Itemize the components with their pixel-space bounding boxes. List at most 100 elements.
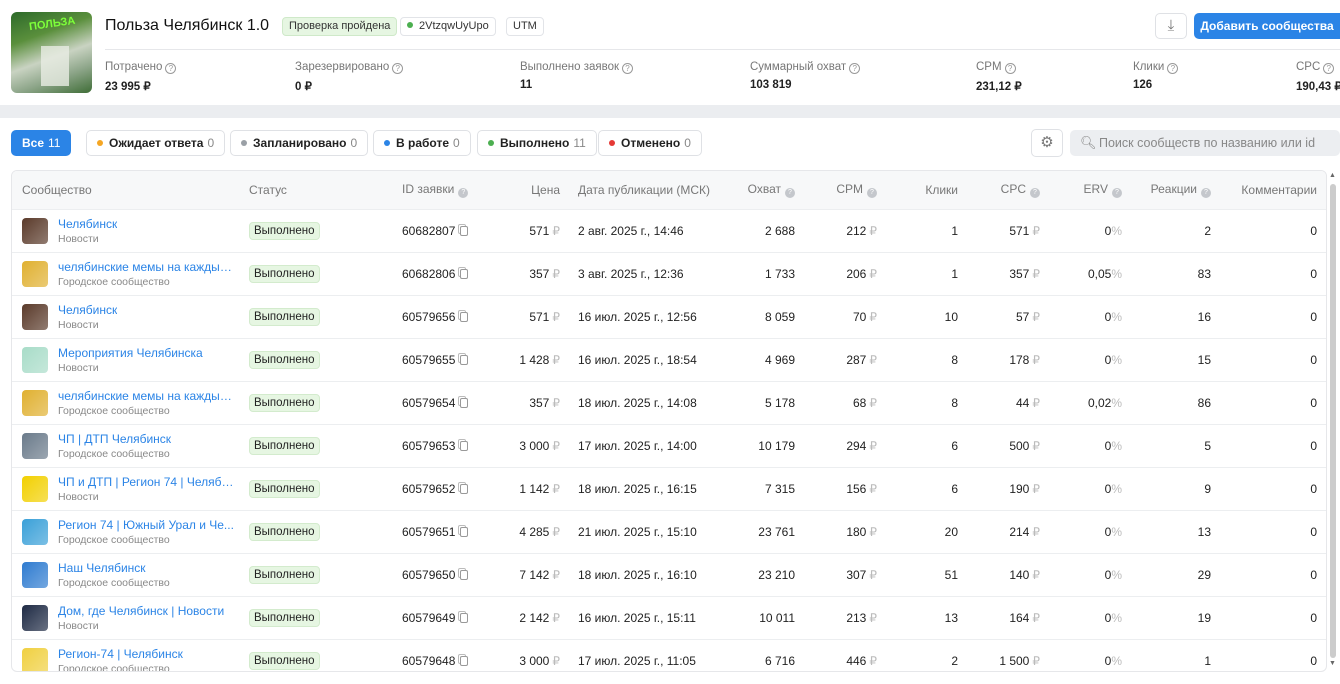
currency-sign: ₽ (869, 525, 877, 539)
status-cell: Выполнено (241, 308, 393, 326)
column-header[interactable]: Комментарии (1219, 183, 1325, 197)
search-input[interactable]: 🔍︎ Поиск сообществ по названию или id (1070, 130, 1340, 156)
download-button[interactable]: ⤓ (1155, 13, 1187, 39)
token-badge[interactable]: 2VtzqwUyUpo (400, 17, 496, 36)
column-header[interactable]: ID заявки? (393, 182, 491, 198)
utm-badge[interactable]: UTM (506, 17, 544, 36)
order-id-cell: 60579650 (393, 568, 491, 582)
column-header[interactable]: Сообщество (12, 183, 241, 197)
column-header[interactable]: Реакции? (1130, 182, 1219, 198)
copy-icon[interactable] (460, 312, 469, 322)
copy-icon[interactable] (460, 527, 469, 537)
help-icon[interactable]: ? (1201, 188, 1211, 198)
community-name-link[interactable]: ЧП и ДТП | Регион 74 | Челяби... (58, 475, 234, 489)
scroll-up-icon[interactable]: ▲ (1329, 172, 1336, 179)
community-name-link[interactable]: Регион-74 | Челябинск (58, 647, 183, 661)
status-badge: Выполнено (249, 308, 320, 326)
community-name-link[interactable]: Мероприятия Челябинска (58, 346, 203, 360)
filter-chip-3[interactable]: В работе 0 (373, 130, 471, 156)
table-settings-button[interactable]: ⚙ (1031, 129, 1063, 157)
scroll-down-icon[interactable]: ▼ (1329, 660, 1336, 667)
publication-date: 18 июл. 2025 г., 14:08 (578, 396, 697, 410)
community-name-link[interactable]: ЧП | ДТП Челябинск (58, 432, 171, 446)
column-header[interactable]: CPM? (803, 182, 885, 198)
reach: 23 210 (758, 568, 795, 582)
comments: 0 (1310, 525, 1317, 539)
copy-icon[interactable] (460, 226, 469, 236)
copy-icon[interactable] (460, 656, 469, 666)
community-info: челябинские мемы на каждый... Городское с… (58, 260, 234, 288)
cpc: 44 (1016, 396, 1030, 410)
copy-icon[interactable] (460, 355, 469, 365)
column-header[interactable]: CPC? (966, 182, 1048, 198)
clicks: 6 (951, 439, 958, 453)
price-cell: 3 000 ₽ (491, 439, 568, 453)
column-header[interactable]: Клики (885, 183, 966, 197)
filter-chip-4[interactable]: Выполнено 11 (477, 130, 597, 156)
help-icon[interactable]: ? (785, 188, 795, 198)
copy-icon[interactable] (460, 570, 469, 580)
community-cell: Мероприятия Челябинска Новости (12, 346, 241, 374)
copy-icon[interactable] (460, 441, 469, 451)
table-scrollbar[interactable]: ▲ ▼ (1328, 170, 1338, 672)
scrollbar-thumb[interactable] (1330, 184, 1336, 658)
currency-sign: ₽ (869, 224, 877, 238)
help-icon[interactable]: ? (1030, 188, 1040, 198)
column-header[interactable]: Дата публикации (МСК) (568, 183, 721, 197)
stat-label: Суммарный охват? (750, 61, 861, 74)
help-icon[interactable]: ? (1167, 63, 1179, 74)
comments: 0 (1310, 568, 1317, 582)
column-header[interactable]: ERV? (1048, 182, 1130, 198)
cpc-cell: 178 ₽ (966, 353, 1048, 367)
community-name-link[interactable]: Наш Челябинск (58, 561, 170, 575)
erv: 0,05 (1087, 267, 1112, 281)
community-name-link[interactable]: челябинские мемы на каждый... (58, 260, 234, 274)
copy-icon[interactable] (460, 398, 469, 408)
help-icon[interactable]: ? (622, 63, 634, 74)
column-header-label: CPM (836, 182, 863, 196)
filter-chip-0[interactable]: Все 11 (11, 130, 72, 156)
community-cell: Регион 74 | Южный Урал и Че... Городское … (12, 518, 241, 546)
community-name-link[interactable]: Челябинск (58, 217, 117, 231)
copy-icon[interactable] (460, 484, 469, 494)
filter-chip-5[interactable]: Отменено 0 (598, 130, 702, 156)
community-name-link[interactable]: Дом, где Челябинск | Новости (58, 604, 224, 618)
community-avatar (22, 304, 48, 330)
column-header[interactable]: Цена (491, 183, 568, 197)
copy-icon[interactable] (460, 613, 469, 623)
copy-icon[interactable] (460, 269, 469, 279)
column-header[interactable]: Охват? (721, 182, 803, 198)
comments: 0 (1310, 267, 1317, 281)
help-icon[interactable]: ? (849, 63, 861, 74)
help-icon[interactable]: ? (867, 188, 877, 198)
community-name-link[interactable]: Регион 74 | Южный Урал и Че... (58, 518, 234, 532)
filter-chip-1[interactable]: Ожидает ответа 0 (86, 130, 226, 156)
filter-label: Выполнено (500, 136, 570, 150)
erv-cell: 0% (1048, 654, 1130, 668)
help-icon[interactable]: ? (1112, 188, 1122, 198)
add-communities-button[interactable]: Добавить сообщества (1194, 13, 1340, 39)
community-cell: Регион-74 | Челябинск Городское сообществ… (12, 647, 241, 671)
stat-label-text: Зарезервировано (295, 61, 390, 73)
order-id: 60579653 (402, 439, 456, 453)
percent-sign: % (1111, 353, 1122, 367)
order-id: 60579654 (402, 396, 456, 410)
community-name-link[interactable]: Челябинск (58, 303, 117, 317)
help-icon[interactable]: ? (165, 63, 177, 74)
erv-cell: 0% (1048, 439, 1130, 453)
help-icon[interactable]: ? (1323, 63, 1335, 74)
help-icon[interactable]: ? (1004, 63, 1016, 74)
column-header[interactable]: Статус (241, 183, 393, 197)
status-cell: Выполнено (241, 351, 393, 369)
status-cell: Выполнено (241, 566, 393, 584)
help-icon[interactable]: ? (458, 188, 469, 198)
help-icon[interactable]: ? (392, 63, 404, 74)
price-cell: 4 285 ₽ (491, 525, 568, 539)
filter-chip-2[interactable]: Запланировано 0 (230, 130, 369, 156)
community-name-link[interactable]: челябинские мемы на каждый... (58, 389, 234, 403)
order-id-cell: 60579648 (393, 654, 491, 668)
cpc-cell: 57 ₽ (966, 310, 1048, 324)
erv-cell: 0,05% (1048, 267, 1130, 281)
community-category: Городское сообщество (58, 448, 170, 460)
community-info: Дом, где Челябинск | Новости Новости (58, 604, 224, 632)
